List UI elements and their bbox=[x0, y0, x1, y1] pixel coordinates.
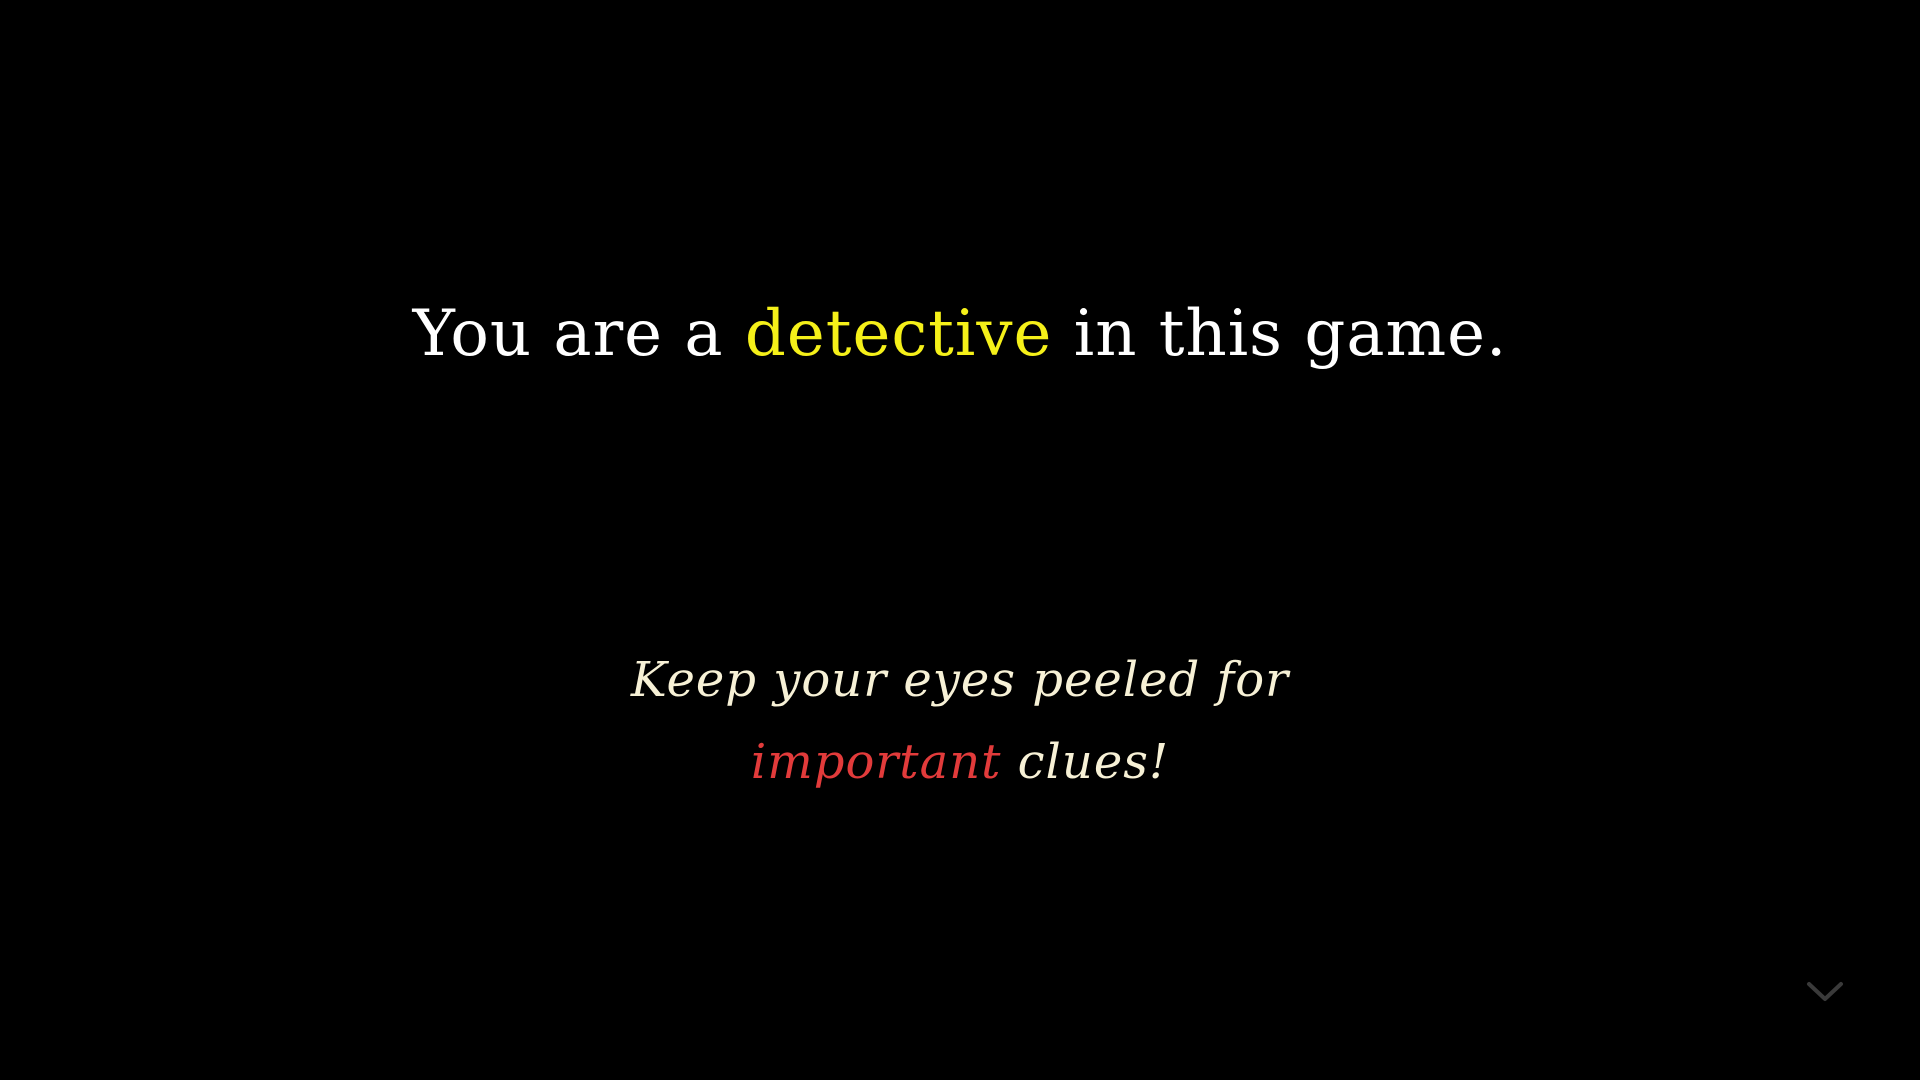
hint-text-line2-after: clues! bbox=[1001, 734, 1170, 790]
hint-line-2: important clues! bbox=[0, 732, 1920, 792]
headline-text-after: in this game. bbox=[1052, 297, 1508, 371]
hint-line-1: Keep your eyes peeled for bbox=[0, 650, 1920, 710]
hint-text-line1: Keep your eyes peeled for bbox=[630, 652, 1290, 708]
hint-highlight-important: important bbox=[750, 734, 1002, 790]
intro-headline: You are a detective in this game. bbox=[0, 296, 1920, 372]
headline-highlight-detective: detective bbox=[744, 297, 1053, 371]
next-slide-button[interactable] bbox=[1800, 972, 1850, 1012]
intro-screen: You are a detective in this game. Keep y… bbox=[0, 0, 1920, 1080]
chevron-down-icon bbox=[1807, 982, 1843, 1001]
headline-text-before: You are a bbox=[412, 297, 745, 371]
